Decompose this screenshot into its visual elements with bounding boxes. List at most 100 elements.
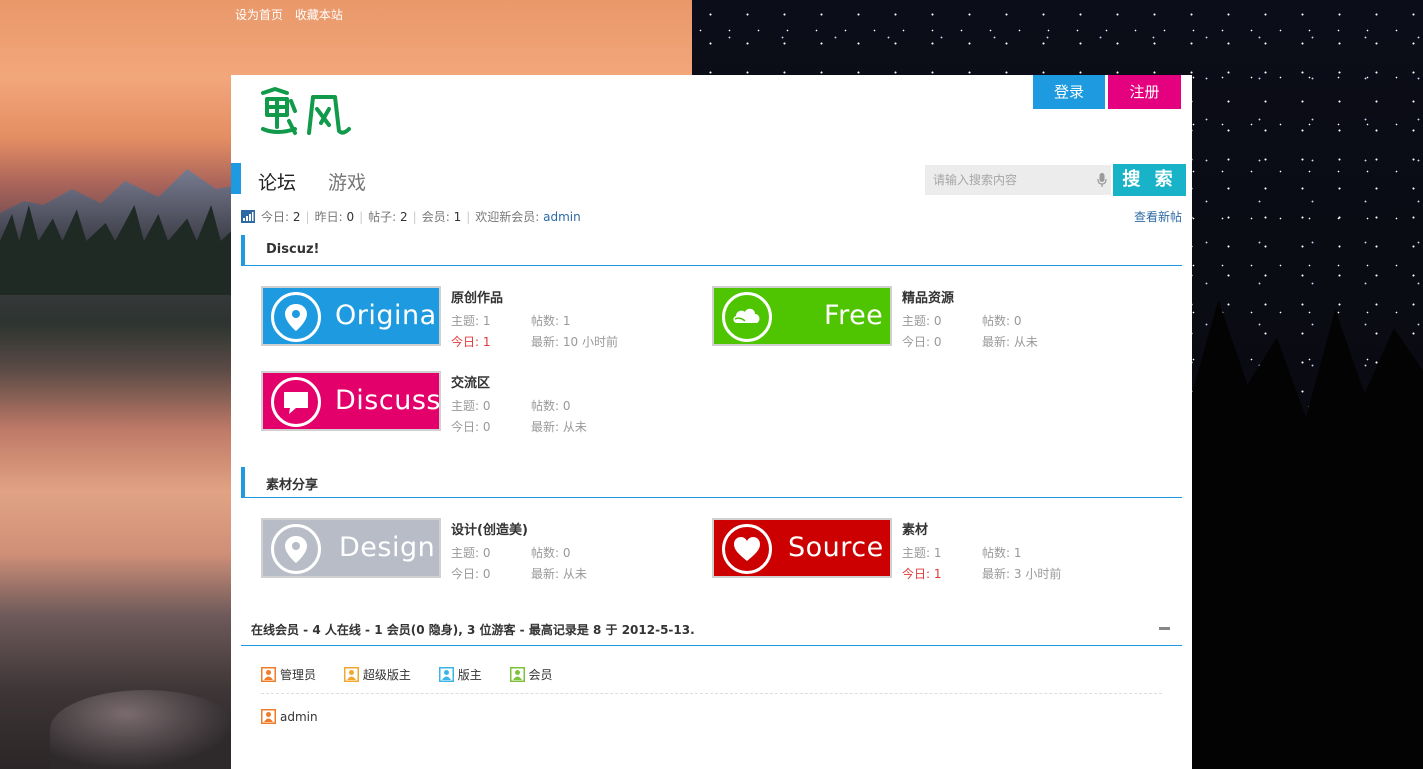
site-logo[interactable] xyxy=(255,83,355,139)
category-accent xyxy=(241,235,245,266)
last-label: 最新: xyxy=(982,335,1011,349)
forum-card: Source 素材 主题: 1 帖数: 1 今日: 1 最新: 3 小时前 xyxy=(712,518,1152,583)
legend-admin-label: 管理员 xyxy=(280,668,317,682)
legend-member: 会员 xyxy=(509,667,553,682)
today-count: 1 xyxy=(482,335,491,349)
category-header[interactable]: Discuz! xyxy=(241,235,1182,266)
today-label: 今日: xyxy=(902,567,931,581)
nav-forum[interactable]: 论坛 xyxy=(258,168,296,195)
forum-info: 素材 主题: 1 帖数: 1 今日: 1 最新: 3 小时前 xyxy=(902,518,1152,583)
newest-member-link[interactable]: admin xyxy=(543,210,581,224)
threads-count: 1 xyxy=(482,314,491,328)
tile-word: Design xyxy=(339,532,436,563)
threads-count: 0 xyxy=(482,399,491,413)
tile-word: Original xyxy=(335,300,441,331)
stat-posts-label: 帖子: xyxy=(368,210,397,224)
category-title[interactable]: Discuz! xyxy=(266,242,319,257)
collapse-icon[interactable] xyxy=(1159,627,1170,630)
last-post-link[interactable]: 3 小时前 xyxy=(1014,567,1061,581)
location-pin-icon xyxy=(271,292,321,342)
posts-count: 0 xyxy=(562,399,571,413)
threads-label: 主题: xyxy=(451,546,480,560)
stat-today: 2 xyxy=(292,210,301,224)
divider xyxy=(261,693,1162,694)
set-home-link[interactable]: 设为首页 xyxy=(235,8,283,22)
legend-super-mod-label: 超级版主 xyxy=(362,668,411,682)
online-member-item[interactable]: admin xyxy=(261,709,318,724)
bookmark-link[interactable]: 收藏本站 xyxy=(295,8,343,22)
tile-word: Free xyxy=(824,300,884,331)
threads-label: 主题: xyxy=(902,546,931,560)
last-label: 最新: xyxy=(531,420,560,434)
last-post: 从未 xyxy=(1013,335,1038,349)
tile-word: Source xyxy=(788,532,884,563)
forum-card: Original 原创作品 主题: 1 帖数: 1 今日: 1 最新: 10 小时前 xyxy=(261,286,701,349)
view-new-posts-link[interactable]: 查看新帖 xyxy=(1134,208,1182,225)
cloud-icon xyxy=(722,292,772,342)
super-moderator-user-icon xyxy=(343,667,359,682)
forum-card: Discuss 交流区 主题: 0 帖数: 0 今日: 0 最新: 从未 xyxy=(261,371,701,436)
legend-super-mod: 超级版主 xyxy=(343,667,411,682)
last-label: 最新: xyxy=(531,335,560,349)
search-input[interactable]: 请输入搜索内容 xyxy=(933,165,1093,195)
moderator-user-icon xyxy=(438,667,454,682)
login-button[interactable]: 登录 xyxy=(1033,75,1105,109)
today-label: 今日: xyxy=(451,335,480,349)
online-summary[interactable]: 在线会员 - 4 人在线 - 1 会员(0 隐身), 3 位游客 - 最高记录是… xyxy=(251,621,695,638)
today-count: 0 xyxy=(933,335,942,349)
stat-members: 1 xyxy=(453,210,462,224)
stat-members-label: 会员: xyxy=(421,210,450,224)
forum-tile-original[interactable]: Original xyxy=(261,286,441,346)
last-post: 从未 xyxy=(562,567,587,581)
today-count: 0 xyxy=(482,567,491,581)
search-button[interactable]: 搜 索 xyxy=(1113,164,1186,196)
nav-game[interactable]: 游戏 xyxy=(328,168,366,195)
stat-yesterday: 0 xyxy=(346,210,355,224)
legend-admin: 管理员 xyxy=(261,667,317,682)
threads-count: 0 xyxy=(933,314,942,328)
forum-tile-free[interactable]: Free xyxy=(712,286,892,346)
category-header[interactable]: 素材分享 xyxy=(241,467,1182,498)
category-accent xyxy=(241,467,245,498)
legend-mod: 版主 xyxy=(438,667,482,682)
category-title[interactable]: 素材分享 xyxy=(266,474,318,493)
online-member-name[interactable]: admin xyxy=(280,710,318,724)
forum-tile-design[interactable]: Design xyxy=(261,518,441,578)
stat-welcome-label: 欢迎新会员: xyxy=(475,210,540,224)
forum-name[interactable]: 交流区 xyxy=(451,372,701,391)
member-user-icon xyxy=(509,667,525,682)
threads-count: 1 xyxy=(933,546,942,560)
posts-label: 帖数: xyxy=(531,546,560,560)
today-count: 1 xyxy=(933,567,942,581)
last-post: 从未 xyxy=(562,420,587,434)
forum-name[interactable]: 精品资源 xyxy=(902,287,1152,306)
search-field[interactable]: 请输入搜索内容 xyxy=(925,165,1111,195)
location-pin-icon xyxy=(271,524,321,574)
forum-name[interactable]: 设计(创造美) xyxy=(451,519,701,538)
today-count: 0 xyxy=(482,420,491,434)
forum-card: Free 精品资源 主题: 0 帖数: 0 今日: 0 最新: 从未 xyxy=(712,286,1152,351)
last-post-link[interactable]: 10 小时前 xyxy=(563,335,618,349)
forum-name[interactable]: 素材 xyxy=(902,519,1152,538)
forum-info: 精品资源 主题: 0 帖数: 0 今日: 0 最新: 从未 xyxy=(902,286,1152,351)
threads-label: 主题: xyxy=(902,314,931,328)
forum-tile-source[interactable]: Source xyxy=(712,518,892,578)
forum-name[interactable]: 原创作品 xyxy=(451,287,701,306)
forum-card: Design 设计(创造美) 主题: 0 帖数: 0 今日: 0 最新: 从未 xyxy=(261,518,701,581)
posts-count: 0 xyxy=(1013,314,1022,328)
register-button[interactable]: 注册 xyxy=(1108,75,1181,109)
posts-label: 帖数: xyxy=(531,314,560,328)
forum-tile-discuss[interactable]: Discuss xyxy=(261,371,441,431)
tile-word: Discuss xyxy=(335,385,441,416)
member-group-legend: 管理员 超级版主 版主 会员 xyxy=(261,666,577,683)
background-rock xyxy=(50,690,240,769)
speech-bubble-icon xyxy=(271,377,321,427)
threads-label: 主题: xyxy=(451,314,480,328)
threads-label: 主题: xyxy=(451,399,480,413)
today-label: 今日: xyxy=(902,335,931,349)
microphone-icon[interactable] xyxy=(1097,173,1107,188)
legend-mod-label: 版主 xyxy=(457,668,482,682)
forum-info: 交流区 主题: 0 帖数: 0 今日: 0 最新: 从未 xyxy=(451,371,701,436)
top-links: 设为首页 收藏本站 xyxy=(235,6,351,23)
legend-member-label: 会员 xyxy=(528,668,553,682)
